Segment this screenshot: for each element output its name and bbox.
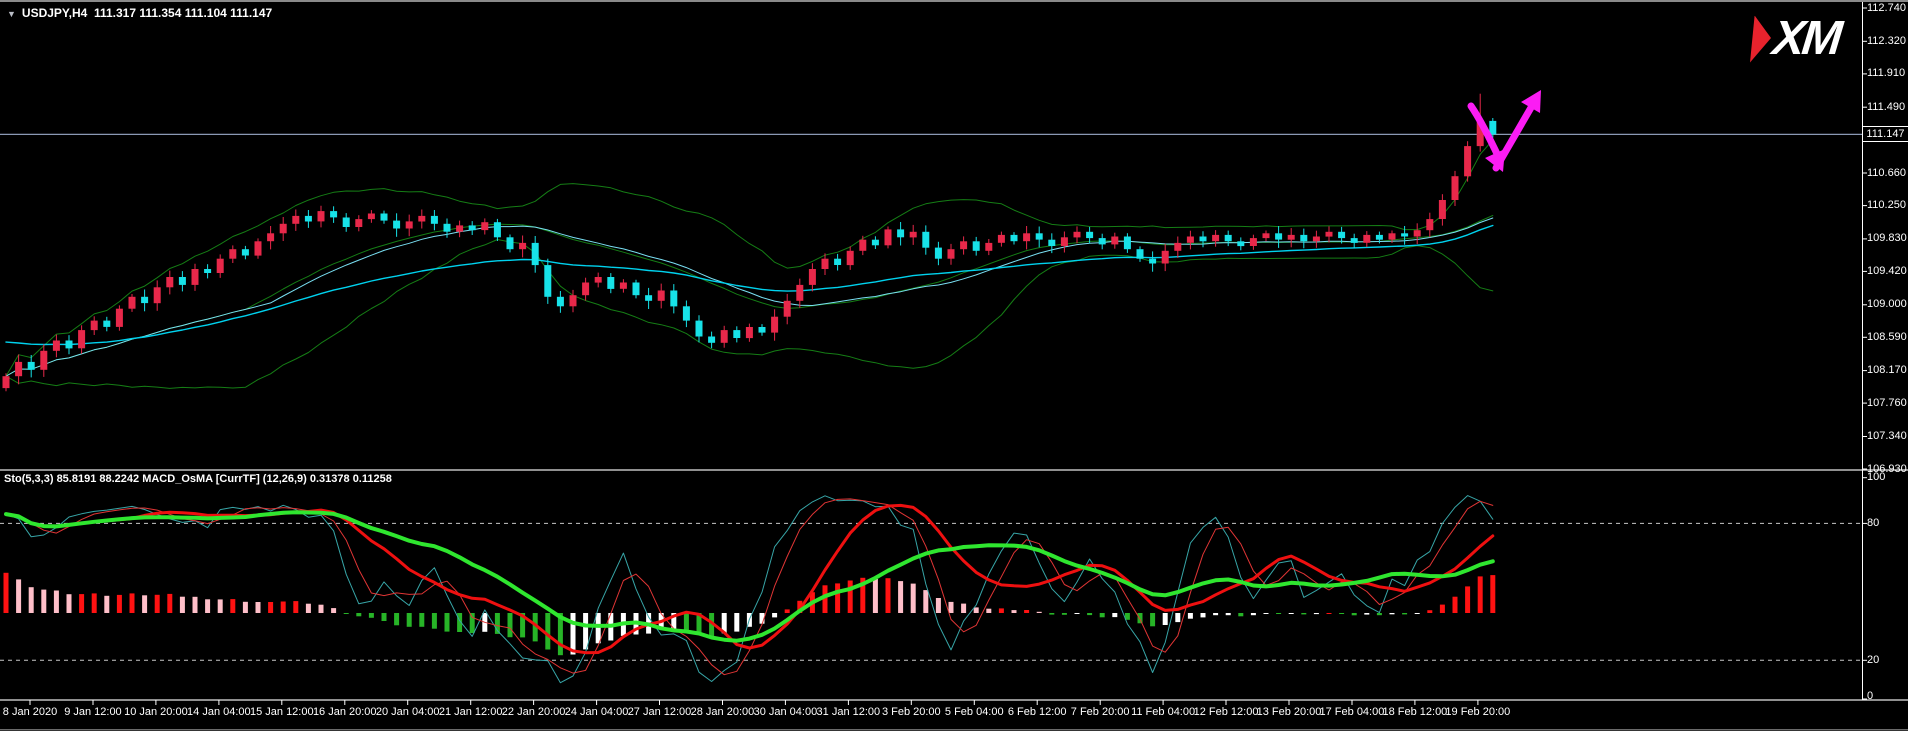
indicator-panel-title: Sto(5,3,3) 85.8191 88.2242 MACD_OsMA [Cu… (4, 473, 392, 485)
time-tick-label: 15 Jan 12:00 (250, 706, 314, 718)
time-tick-label: 21 Jan 12:00 (439, 706, 503, 718)
time-tick-label: 20 Jan 04:00 (376, 706, 440, 718)
price-tick-label: 107.340 (1867, 430, 1907, 442)
price-tick-label: 111.490 (1867, 101, 1905, 113)
time-tick-label: 27 Jan 12:00 (628, 706, 692, 718)
time-tick-label: 7 Feb 20:00 (1071, 706, 1130, 718)
price-tick-label: 111.910 (1867, 67, 1905, 79)
price-tick-label: 110.250 (1867, 199, 1906, 211)
symbol-period-label: USDJPY,H4 (22, 6, 87, 20)
time-tick-label: 16 Jan 20:00 (313, 706, 377, 718)
time-tick-label: 17 Feb 04:00 (1320, 706, 1385, 718)
xm-logo: XM (1750, 15, 1839, 63)
time-tick-label: 31 Jan 12:00 (817, 706, 881, 718)
price-tick-label: 112.740 (1867, 2, 1906, 14)
time-tick-label: 30 Jan 04:00 (754, 706, 818, 718)
indicator-tick-label: 80 (1867, 517, 1879, 529)
ohlc-values: 111.317 111.354 111.104 111.147 (94, 6, 272, 20)
indicator-tick-label: 0 (1867, 690, 1873, 702)
indicator-tick-label: 20 (1867, 654, 1879, 666)
time-tick-label: 18 Feb 12:00 (1382, 706, 1447, 718)
time-tick-label: 19 Feb 20:00 (1445, 706, 1510, 718)
price-tick-label: 108.590 (1867, 331, 1907, 343)
price-tick-label: 109.000 (1867, 298, 1907, 310)
trading-terminal-window: ▼ USDJPY,H4 111.317 111.354 111.104 111.1… (0, 0, 1908, 731)
time-tick-label: 8 Jan 2020 (3, 706, 57, 718)
current-price-tag: 111.147 (1862, 126, 1908, 142)
price-tick-label: 109.830 (1867, 232, 1907, 244)
time-tick-label: 12 Feb 12:00 (1194, 706, 1259, 718)
time-tick-label: 9 Jan 12:00 (64, 706, 122, 718)
time-tick-label: 14 Jan 04:00 (187, 706, 251, 718)
chart-title: ▼ USDJPY,H4 111.317 111.354 111.104 111.1… (7, 6, 272, 20)
price-tick-label: 107.760 (1867, 397, 1907, 409)
indicator-tick-label: 100 (1867, 471, 1885, 483)
time-tick-label: 5 Feb 04:00 (945, 706, 1004, 718)
price-tick-label: 110.660 (1867, 167, 1906, 179)
time-tick-label: 3 Feb 20:00 (882, 706, 941, 718)
time-tick-label: 22 Jan 20:00 (502, 706, 566, 718)
xm-logo-text: XM (1770, 15, 1841, 63)
price-tick-label: 108.170 (1867, 364, 1907, 376)
xm-logo-mark-icon (1750, 16, 1771, 63)
symbol-dropdown-icon[interactable]: ▼ (7, 9, 16, 19)
candlestick-chart-canvas[interactable] (0, 0, 1908, 731)
time-tick-label: 24 Jan 04:00 (565, 706, 629, 718)
time-tick-label: 13 Feb 20:00 (1257, 706, 1322, 718)
time-tick-label: 10 Jan 20:00 (124, 706, 188, 718)
time-tick-label: 28 Jan 20:00 (691, 706, 755, 718)
price-tick-label: 112.320 (1867, 35, 1906, 47)
time-tick-label: 11 Feb 04:00 (1131, 706, 1195, 718)
time-tick-label: 6 Feb 12:00 (1008, 706, 1067, 718)
price-tick-label: 109.420 (1867, 265, 1907, 277)
